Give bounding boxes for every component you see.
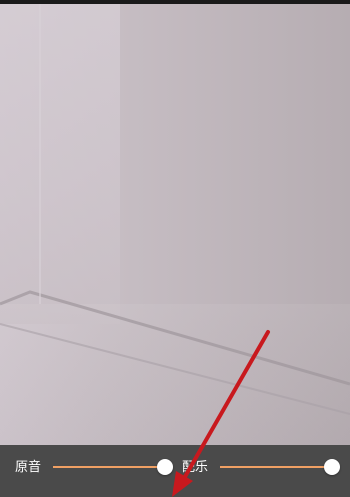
music-thumb[interactable] xyxy=(324,459,340,475)
original-sound-track xyxy=(53,466,165,468)
video-preview[interactable] xyxy=(0,4,350,445)
music-slider[interactable] xyxy=(220,459,340,475)
original-sound-label: 原音 xyxy=(15,460,42,475)
original-sound-thumb[interactable] xyxy=(157,459,173,475)
music-label: 配乐 xyxy=(182,460,209,475)
preview-wall-shade xyxy=(0,4,120,324)
preview-floor-shade xyxy=(0,304,350,445)
original-sound-slider[interactable] xyxy=(53,459,173,475)
music-track xyxy=(220,466,332,468)
